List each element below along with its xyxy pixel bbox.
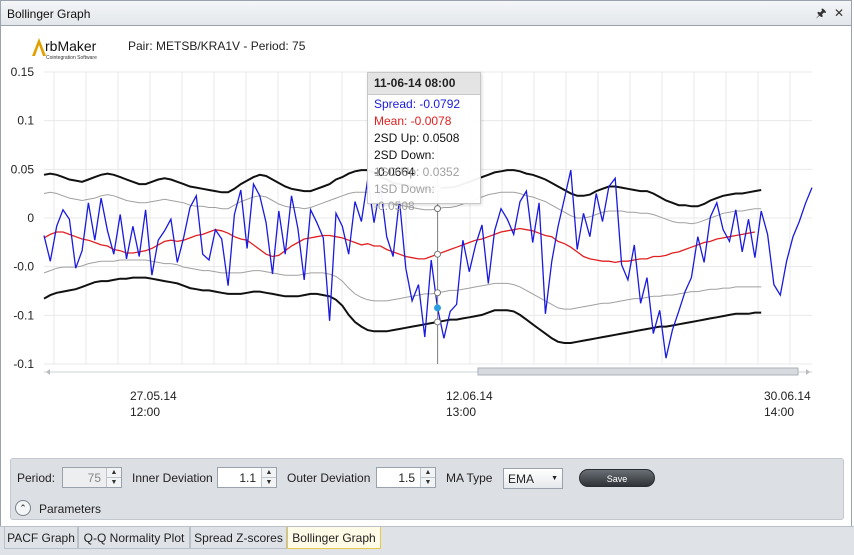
bottom-tab-bar: PACF Graph Q-Q Normality Plot Spread Z-s… [0, 526, 854, 555]
parameters-expander-label[interactable]: Parameters [39, 502, 101, 516]
y-tick-label: 0.15 [11, 65, 35, 79]
chevron-down-icon: ▼ [551, 475, 558, 482]
period-label: Period: [17, 471, 56, 485]
save-button[interactable]: Save [579, 469, 655, 487]
scrollbar-thumb[interactable] [477, 367, 799, 376]
data-tooltip: 11-06-14 08:00 Spread: -0.0792 Mean: -0.… [367, 72, 481, 213]
x-tick-date: 30.06.14 [764, 389, 811, 403]
tooltip-2sd-down: 2SD Down: -0.0664 [374, 148, 435, 179]
y-tick-label: 0.1 [17, 114, 34, 128]
tooltip-1sd-down: 1SD Down: -0.0508 [374, 182, 435, 213]
tab-qq-normality-plot[interactable]: Q-Q Normality Plot [78, 527, 190, 549]
cursor-marker [434, 250, 442, 258]
x-tick-date: 12.06.14 [446, 389, 493, 403]
scroll-right-icon[interactable] [806, 369, 810, 375]
period-up-icon[interactable]: ▲ [107, 468, 121, 478]
tooltip-date: 11-06-14 08:00 [368, 73, 480, 95]
x-tick-time: 13:00 [446, 405, 476, 419]
period-down-icon[interactable]: ▼ [107, 478, 121, 487]
close-icon[interactable]: ✕ [831, 5, 847, 21]
inner-deviation-value: 1.1 [239, 471, 256, 485]
tooltip-1sd-up: 1SD Up: 0.0352 [374, 165, 460, 179]
period-spinner[interactable]: 75 ▲ ▼ [62, 467, 122, 488]
inner-down-icon[interactable]: ▼ [262, 478, 276, 487]
tooltip-2sd-up: 2SD Up: 0.0508 [374, 131, 460, 145]
cursor-marker [434, 304, 442, 312]
outer-down-icon[interactable]: ▼ [421, 478, 435, 487]
outer-deviation-value: 1.5 [398, 471, 415, 485]
inner-up-icon[interactable]: ▲ [262, 468, 276, 478]
inner-deviation-label: Inner Deviation [132, 471, 213, 485]
inner-deviation-spinner[interactable]: 1.1 ▲ ▼ [217, 467, 277, 488]
tab-bollinger-graph[interactable]: Bollinger Graph [287, 527, 381, 549]
y-tick-label: 0.05 [11, 162, 35, 176]
y-tick-label: -0.1 [13, 308, 34, 322]
outer-deviation-spinner[interactable]: 1.5 ▲ ▼ [376, 467, 436, 488]
cursor-marker [434, 205, 442, 213]
scroll-left-icon[interactable] [46, 369, 50, 375]
x-tick-time: 14:00 [764, 405, 794, 419]
cursor-marker [434, 289, 442, 297]
tab-pacf-graph[interactable]: PACF Graph [4, 527, 78, 549]
window-title: Bollinger Graph [7, 7, 91, 21]
tooltip-spread: Spread: -0.0792 [374, 97, 461, 111]
outer-deviation-label: Outer Deviation [287, 471, 371, 485]
tab-spread-z-scores[interactable]: Spread Z-scores [190, 527, 287, 549]
cursor-marker [434, 318, 442, 326]
x-tick-time: 12:00 [130, 405, 160, 419]
parameters-panel: Period: 75 ▲ ▼ Inner Deviation 1.1 ▲ ▼ Out… [10, 458, 844, 520]
y-tick-label: 0 [27, 211, 34, 225]
ma-type-value: EMA [508, 472, 535, 486]
y-tick-label: -0.0 [13, 260, 34, 274]
x-tick-date: 27.05.14 [130, 389, 177, 403]
y-tick-label: -0.1 [13, 357, 34, 371]
ma-type-label: MA Type [446, 471, 493, 485]
pin-icon[interactable]: 🖈 [813, 5, 829, 21]
outer-up-icon[interactable]: ▲ [421, 468, 435, 478]
tooltip-mean: Mean: -0.0078 [374, 114, 452, 128]
period-value: 75 [87, 471, 101, 485]
window-titlebar: Bollinger Graph 🖈 ✕ [0, 0, 852, 26]
expander-toggle-icon[interactable]: ⌃ [15, 500, 31, 516]
ma-type-select[interactable]: EMA ▼ [503, 468, 563, 489]
